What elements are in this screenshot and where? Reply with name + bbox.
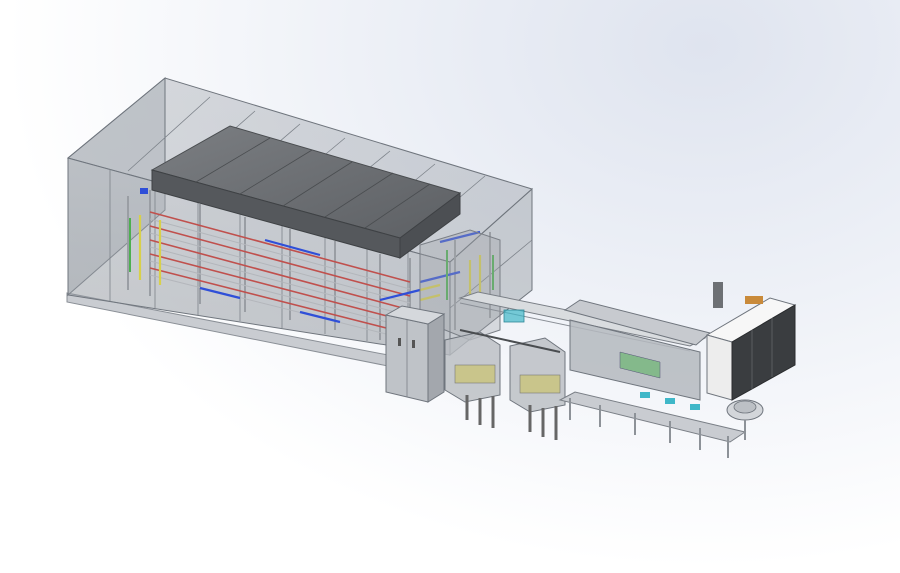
control-cabinet[interactable] <box>384 305 446 403</box>
cabinet-warning-plate <box>745 296 763 304</box>
cabinet-roof-unit <box>713 282 723 308</box>
electrical-cabinet-front <box>706 334 733 401</box>
cad-viewport[interactable] <box>0 0 900 573</box>
packaging-base-rail <box>558 391 747 443</box>
cabinet-handle-right[interactable] <box>412 340 415 348</box>
filling-stations[interactable] <box>444 329 566 440</box>
cad-scene[interactable] <box>0 0 900 573</box>
filling-station-2[interactable] <box>509 337 566 440</box>
cabinet-handle-left[interactable] <box>398 338 401 346</box>
filling-station-1[interactable] <box>444 331 501 428</box>
control-cabinet-side <box>427 313 445 403</box>
electrical-cabinet[interactable] <box>705 282 797 401</box>
transfer-guard-cyan <box>503 309 525 323</box>
rack-drive-block <box>140 188 148 194</box>
